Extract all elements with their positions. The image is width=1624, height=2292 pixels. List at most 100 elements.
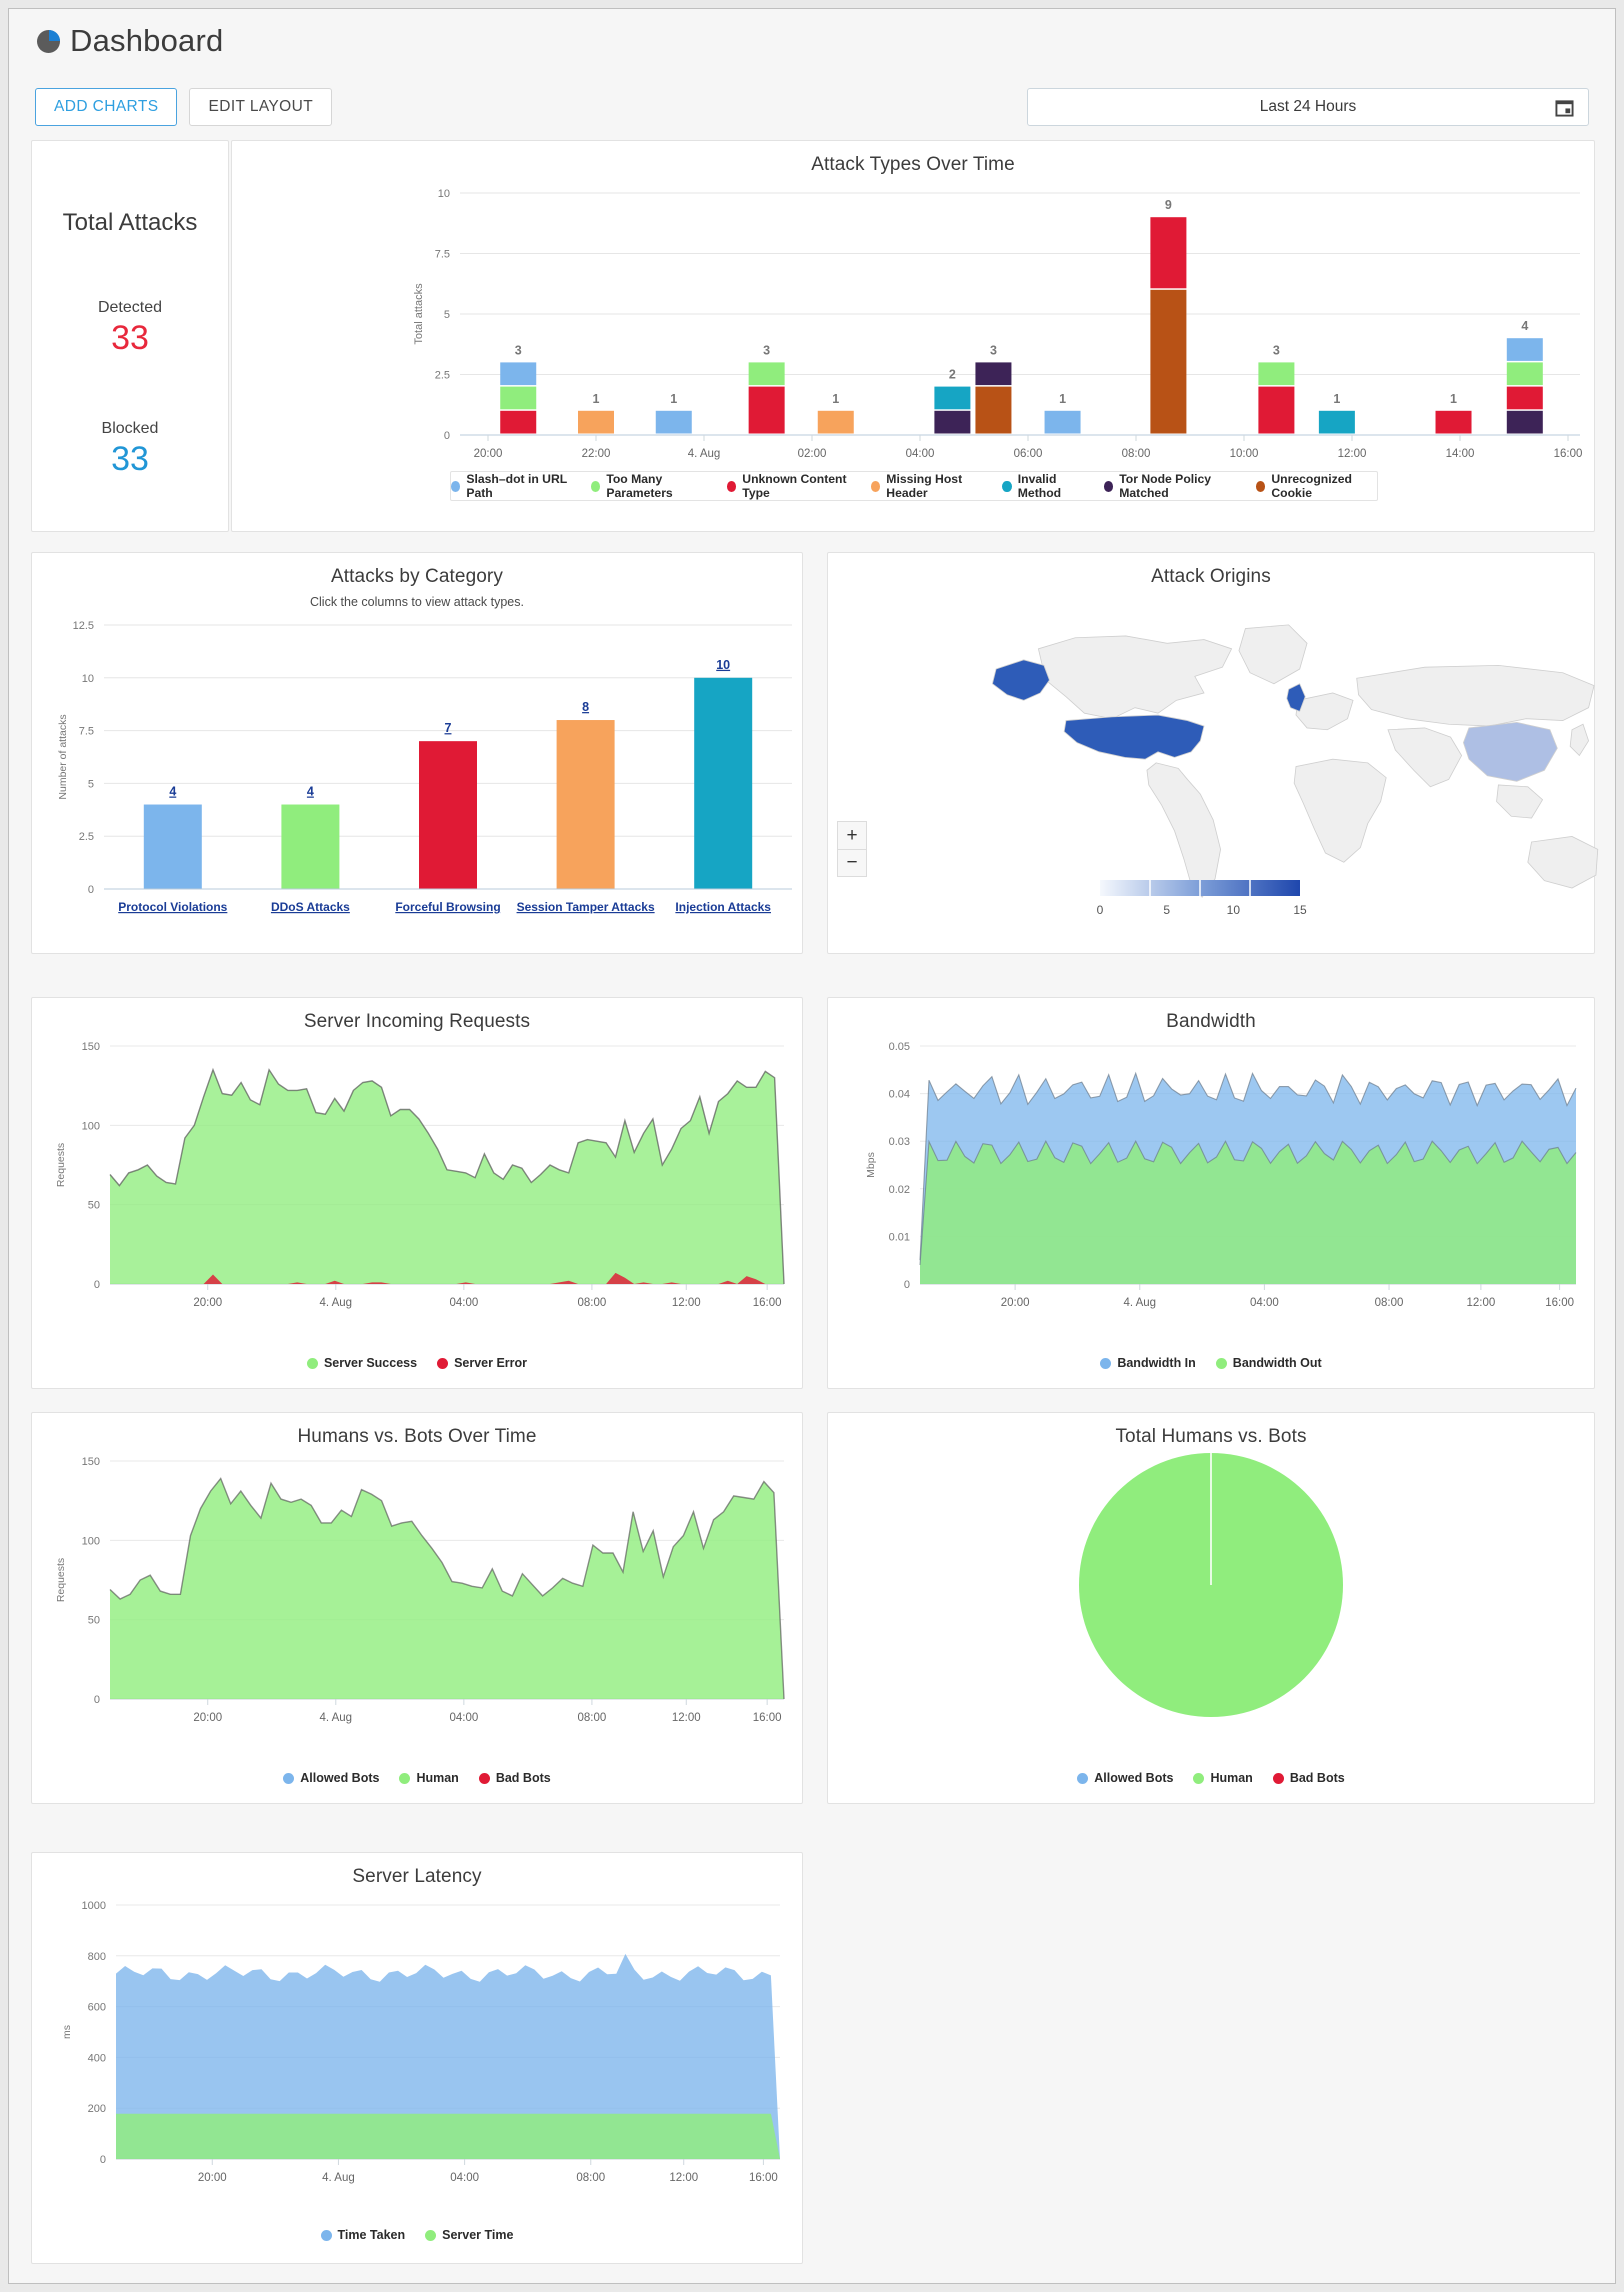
svg-text:12:00: 12:00 [672, 1712, 701, 1724]
svg-text:Requests: Requests [55, 1558, 67, 1602]
svg-text:50: 50 [88, 1615, 100, 1627]
svg-text:1000: 1000 [82, 1900, 106, 1912]
attacks-by-category-chart[interactable]: 0 2.5 5 7.5 10 12.5 Number of attacks 4 Protocol… [32, 611, 802, 951]
map-region[interactable] [1238, 624, 1308, 685]
legend-item[interactable]: Bad Bots [478, 1771, 551, 1785]
legend-label: Missing Host Header [886, 472, 963, 500]
svg-text:Injection Attacks: Injection Attacks [675, 900, 771, 914]
svg-text:10:00: 10:00 [1230, 448, 1259, 460]
svg-text:0: 0 [1097, 903, 1104, 917]
svg-text:9: 9 [1165, 198, 1172, 212]
bandwidth-legend: Bandwidth In Bandwidth Out [828, 1353, 1594, 1373]
svg-text:1: 1 [1450, 392, 1457, 406]
category-bar [556, 720, 615, 889]
server-latency-chart: 0 200 400 600 800 1000 ms 20:00 4. Aug 04:00 08:00… [61, 1900, 780, 2184]
legend-swatch [399, 1772, 411, 1784]
legend-item[interactable]: Human [399, 1771, 459, 1785]
category-bar [419, 741, 477, 889]
legend-item[interactable]: Bad Bots [1272, 1771, 1345, 1785]
map-region[interactable] [1527, 836, 1599, 889]
attacks-by-category-title: Attacks by Category [331, 566, 503, 587]
blocked-label: Blocked [101, 420, 159, 437]
svg-text:10: 10 [438, 188, 450, 200]
svg-text:100: 100 [82, 1535, 100, 1547]
map-zoom-out-button[interactable]: − [837, 849, 867, 877]
map-region[interactable] [1387, 727, 1463, 788]
map-region[interactable] [1293, 758, 1387, 863]
legend-swatch [1256, 480, 1266, 492]
legend-item[interactable]: Server Time [425, 2228, 513, 2242]
legend-item[interactable]: Bandwidth Out [1215, 1356, 1322, 1370]
svg-text:1: 1 [1333, 392, 1340, 406]
legend-swatch [590, 480, 601, 492]
svg-text:150: 150 [82, 1456, 100, 1468]
legend-item[interactable]: Allowed Bots [283, 1771, 379, 1785]
svg-text:4. Aug: 4. Aug [322, 2172, 355, 2184]
attacks-by-category-card: Attacks by Category Click the columns to… [31, 552, 803, 954]
map-region-highlighted[interactable] [991, 659, 1050, 701]
legend-item[interactable]: Invalid Method [1002, 472, 1089, 500]
category-bar [281, 804, 340, 889]
total-humans-vs-bots-pie[interactable] [828, 1443, 1594, 1743]
svg-text:10: 10 [82, 673, 94, 685]
legend-label: Time Taken [337, 2228, 406, 2242]
svg-text:12:00: 12:00 [669, 2172, 698, 2184]
time-range-select[interactable]: Last 24 Hours [1027, 88, 1589, 126]
svg-text:16:00: 16:00 [753, 1712, 782, 1724]
svg-text:3: 3 [763, 343, 770, 357]
svg-text:20:00: 20:00 [193, 1712, 222, 1724]
legend-item[interactable]: Missing Host Header [870, 472, 989, 500]
legend-item[interactable]: Unrecognized Cookie [1256, 472, 1377, 500]
svg-text:0: 0 [94, 1279, 100, 1291]
svg-text:100: 100 [82, 1120, 100, 1132]
map-region-highlighted[interactable] [1463, 721, 1558, 782]
legend-item[interactable]: Server Error [437, 1356, 527, 1370]
svg-text:4: 4 [307, 785, 314, 799]
map-zoom-in-button[interactable]: + [837, 821, 867, 849]
svg-text:0.01: 0.01 [889, 1231, 910, 1243]
legend-item[interactable]: Unknown Content Type [726, 472, 857, 500]
world-map[interactable] [828, 587, 1599, 917]
map-region-highlighted[interactable] [1063, 714, 1205, 760]
bandwidth-card: Bandwidth 0 0.01 0.02 0.03 0.04 0.05 Mbps 20:00… [827, 997, 1595, 1389]
legend-item[interactable]: Too Many Parameters [590, 472, 713, 500]
humans-vs-bots-legend: Allowed Bots Human Bad Bots [32, 1768, 802, 1788]
svg-text:Mbps: Mbps [865, 1152, 877, 1178]
svg-text:12:00: 12:00 [672, 1297, 701, 1309]
legend-item[interactable]: Server Success [306, 1356, 417, 1370]
category-bar [143, 804, 202, 889]
svg-text:08:00: 08:00 [578, 1297, 607, 1309]
add-charts-button[interactable]: ADD CHARTS [35, 88, 178, 126]
svg-text:5: 5 [1163, 903, 1170, 917]
map-region[interactable] [1496, 784, 1544, 819]
svg-text:16:00: 16:00 [1545, 1297, 1574, 1309]
map-region[interactable] [1356, 664, 1595, 727]
map-region[interactable] [1569, 723, 1590, 757]
map-region[interactable] [1037, 635, 1233, 720]
svg-text:1: 1 [593, 392, 600, 406]
legend-item[interactable]: Human [1193, 1771, 1253, 1785]
legend-item[interactable]: Allowed Bots [1077, 1771, 1173, 1785]
edit-layout-button[interactable]: EDIT LAYOUT [189, 88, 333, 126]
legend-item[interactable]: Bandwidth In [1100, 1356, 1196, 1370]
legend-item[interactable]: Time Taken [320, 2228, 406, 2242]
legend-label: Too Many Parameters [606, 472, 673, 500]
svg-text:06:00: 06:00 [1014, 448, 1043, 460]
svg-text:7.5: 7.5 [79, 726, 94, 738]
legend-label: Unknown Content Type [742, 472, 847, 500]
map-color-legend: 0 5 10 15 [1097, 880, 1307, 917]
svg-text:12.5: 12.5 [73, 620, 94, 632]
legend-item[interactable]: Tor Node Policy Matched [1103, 472, 1242, 500]
svg-text:20:00: 20:00 [474, 448, 503, 460]
svg-text:16:00: 16:00 [753, 1297, 782, 1309]
legend-swatch [1193, 1772, 1205, 1784]
legend-item[interactable]: Slash–dot in URL Path [451, 472, 577, 500]
svg-text:Total attacks: Total attacks [413, 283, 425, 345]
legend-swatch [283, 1772, 295, 1784]
total-humans-vs-bots-legend: Allowed Bots Human Bad Bots [828, 1768, 1594, 1788]
svg-text:22:00: 22:00 [582, 448, 611, 460]
svg-text:08:00: 08:00 [1375, 1297, 1404, 1309]
legend-swatch [1077, 1772, 1089, 1784]
pie-chart-icon [37, 29, 60, 53]
svg-text:Protocol Violations: Protocol Violations [118, 900, 227, 914]
